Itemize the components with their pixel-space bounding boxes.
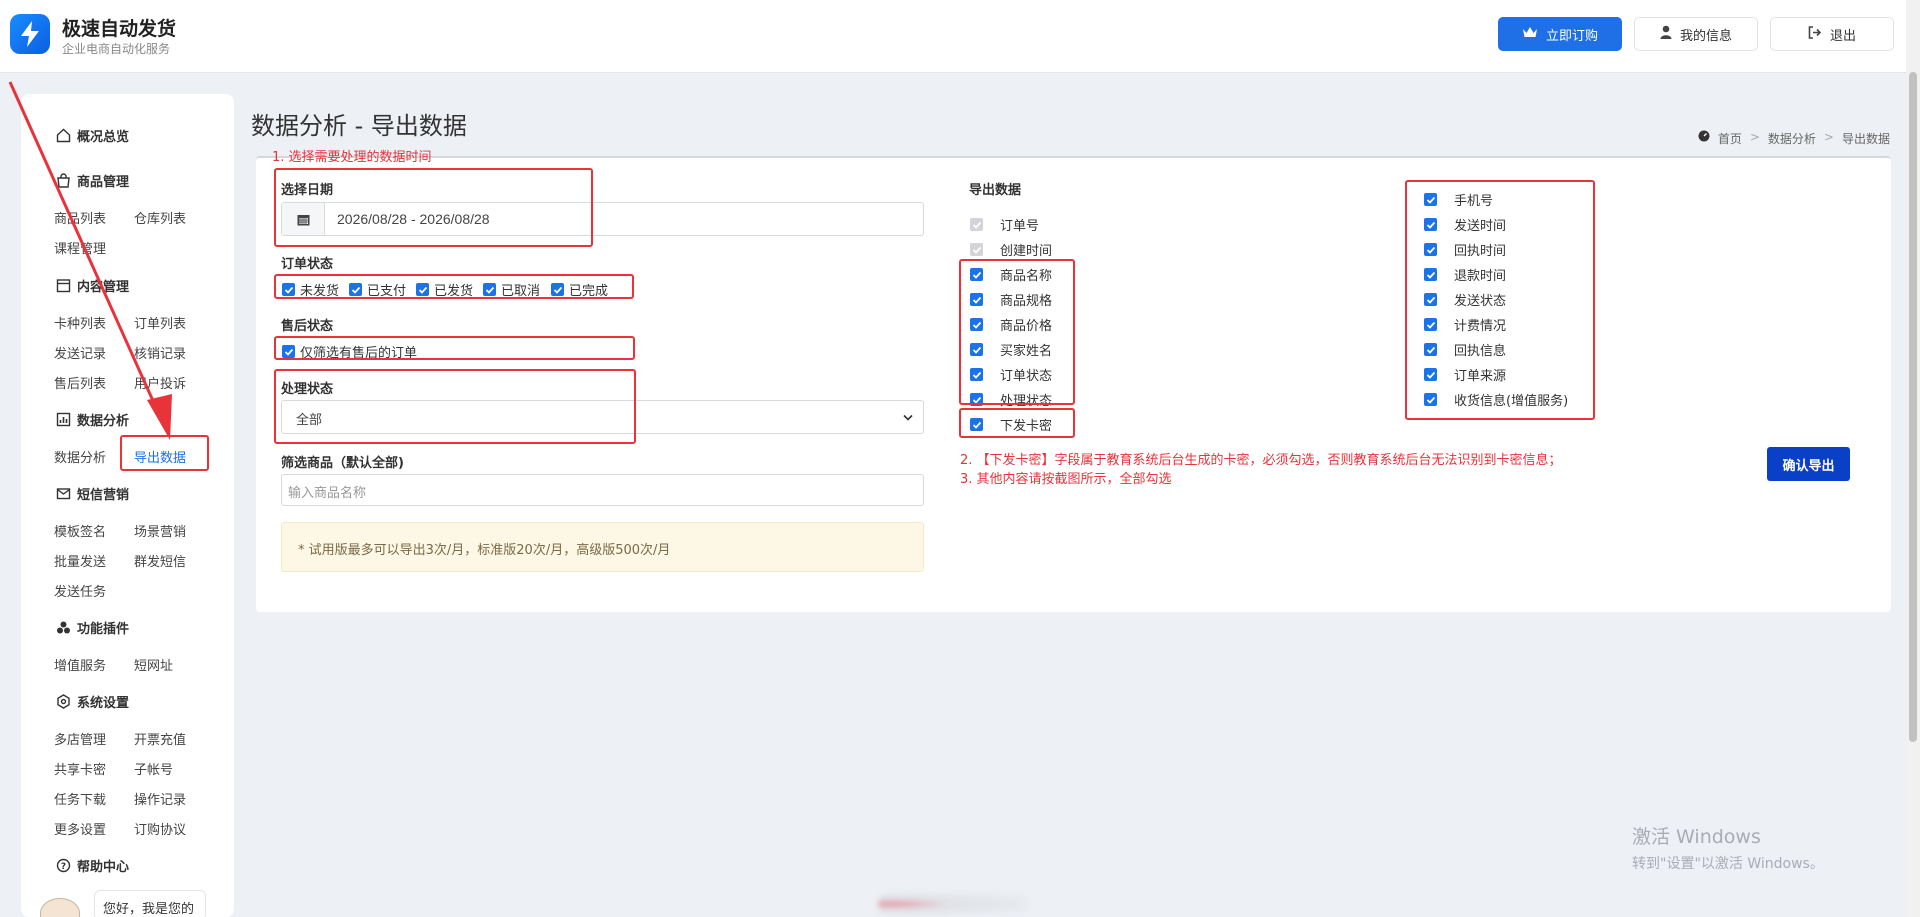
- blurred-footer: [878, 893, 1028, 915]
- sidebar-item-card-list[interactable]: 卡种列表: [54, 313, 106, 332]
- annotation-step-2: 2. 【下发卡密】字段属于教育系统后台生成的卡密，必须勾选，否则教育系统后台无法…: [960, 453, 1562, 468]
- sidebar-item-aftersale-list[interactable]: 售后列表: [54, 373, 106, 392]
- svg-text:?: ?: [60, 862, 65, 872]
- breadcrumb: 首页 > 数据分析 > 导出数据: [1698, 130, 1890, 147]
- highlight-date: [274, 168, 593, 247]
- confirm-export-button[interactable]: 确认导出: [1767, 447, 1850, 481]
- highlight-issue-card: [959, 408, 1075, 438]
- sidebar-item-sub-account[interactable]: 子帐号: [134, 759, 173, 778]
- user-icon: [1660, 25, 1672, 43]
- sidebar-item-writeoff-record[interactable]: 核销记录: [134, 343, 186, 362]
- sidebar-item-short-url[interactable]: 短网址: [134, 655, 173, 674]
- highlight-export-col2: [1405, 180, 1595, 420]
- sidebar-item-batch-send[interactable]: 批量发送: [54, 551, 106, 570]
- gear-icon: [55, 694, 71, 710]
- sidebar-item-course-mgmt[interactable]: 课程管理: [54, 238, 106, 257]
- export-data-label: 导出数据: [969, 183, 1022, 198]
- subscribe-button[interactable]: 立即订购: [1498, 17, 1622, 51]
- sidebar-item-warehouse-list[interactable]: 仓库列表: [134, 208, 186, 227]
- sidebar-item-shared-card[interactable]: 共享卡密: [54, 759, 106, 778]
- breadcrumb-home[interactable]: 首页: [1718, 130, 1742, 147]
- sidebar-section-sms[interactable]: 短信营销: [55, 484, 129, 503]
- annotation-step-3: 3. 其他内容请按截图所示，全部勾选: [960, 472, 1172, 487]
- sidebar-section-plugins[interactable]: 功能插件: [55, 618, 129, 637]
- page-title: 数据分析 - 导出数据: [251, 112, 467, 140]
- sidebar-item-invoice-recharge[interactable]: 开票充值: [134, 729, 186, 748]
- question-circle-icon: ?: [55, 858, 71, 874]
- sidebar-item-multi-store[interactable]: 多店管理: [54, 729, 106, 748]
- bag-icon: [55, 173, 71, 189]
- highlight-order-status: [274, 274, 634, 299]
- highlight-process-status: [274, 369, 636, 444]
- brand-subtitle: 企业电商自动化服务: [62, 42, 171, 56]
- cubes-icon: [55, 620, 71, 636]
- chevron-down-icon: [903, 411, 913, 426]
- calendar-icon: [55, 278, 71, 294]
- dashboard-icon: [1698, 130, 1710, 147]
- sidebar-section-content[interactable]: 内容管理: [55, 276, 129, 295]
- sidebar-item-order-list[interactable]: 订单列表: [134, 313, 186, 332]
- sidebar-item-user-complaint[interactable]: 用户投诉: [134, 373, 186, 392]
- logout-icon: [1808, 25, 1822, 43]
- sidebar-item-help-center[interactable]: ? 帮助中心: [55, 856, 129, 875]
- sidebar-item-task-download[interactable]: 任务下载: [54, 789, 106, 808]
- lightning-logo-icon: [10, 14, 50, 54]
- sidebar-item-data-analysis[interactable]: 数据分析: [54, 447, 106, 466]
- brand-title: 极速自动发货: [62, 18, 177, 40]
- crown-icon: [1522, 26, 1538, 42]
- order-status-label: 订单状态: [281, 257, 334, 272]
- windows-activation-watermark: 激活 Windows 转到"设置"以激活 Windows。: [1632, 826, 1824, 872]
- sidebar-item-group-sms[interactable]: 群发短信: [134, 551, 186, 570]
- sidebar-section-system[interactable]: 系统设置: [55, 692, 129, 711]
- breadcrumb-export-data: 导出数据: [1841, 132, 1890, 146]
- goods-filter-label: 筛选商品（默认全部): [281, 456, 404, 471]
- my-info-button[interactable]: 我的信息: [1634, 17, 1758, 51]
- scrollbar-thumb[interactable]: [1909, 72, 1917, 742]
- annotation-step-1: 1. 选择需要处理的数据时间: [272, 150, 432, 165]
- logout-button[interactable]: 退出: [1770, 17, 1894, 51]
- highlight-aftersale: [274, 336, 635, 360]
- highlight-export-col1: [959, 259, 1075, 405]
- vertical-scrollbar[interactable]: [1906, 0, 1920, 917]
- sidebar-item-template-sign[interactable]: 模板签名: [54, 521, 106, 540]
- sidebar-section-goods[interactable]: 商品管理: [55, 171, 129, 190]
- top-header: 极速自动发货 企业电商自动化服务 立即订购 我的信息 退出: [0, 0, 1906, 73]
- sidebar: 概况总览 商品管理 商品列表 仓库列表 课程管理 内容管理 卡种列表 订单列表 …: [21, 94, 234, 917]
- sidebar-item-more-settings[interactable]: 更多设置: [54, 819, 106, 838]
- chat-bubble[interactable]: 您好，我是您的: [94, 890, 206, 917]
- sidebar-item-goods-list[interactable]: 商品列表: [54, 208, 106, 227]
- breadcrumb-data-analysis[interactable]: 数据分析: [1768, 130, 1816, 147]
- sidebar-section-data-analysis[interactable]: 数据分析: [55, 410, 129, 429]
- usage-notice: * 试用版最多可以导出3次/月，标准版20次/月，高级版500次/月: [281, 522, 924, 572]
- sidebar-item-send-task[interactable]: 发送任务: [54, 581, 106, 600]
- sidebar-item-order-agreement[interactable]: 订购协议: [134, 819, 186, 838]
- sidebar-item-overview[interactable]: 概况总览: [55, 126, 129, 145]
- checkbox-export-create-time[interactable]: 创建时间: [970, 240, 1052, 259]
- sidebar-item-export-data[interactable]: 导出数据: [134, 447, 186, 466]
- sidebar-item-value-added[interactable]: 增值服务: [54, 655, 106, 674]
- sidebar-item-operation-log[interactable]: 操作记录: [134, 789, 186, 808]
- checkbox-export-order-no[interactable]: 订单号: [970, 215, 1039, 234]
- home-icon: [55, 128, 71, 144]
- bar-chart-icon: [55, 412, 71, 428]
- goods-name-input[interactable]: 输入商品名称: [281, 474, 924, 506]
- mail-icon: [55, 486, 71, 502]
- sidebar-item-send-record[interactable]: 发送记录: [54, 343, 106, 362]
- aftersale-label: 售后状态: [281, 319, 334, 334]
- sidebar-item-scene-marketing[interactable]: 场景营销: [134, 521, 186, 540]
